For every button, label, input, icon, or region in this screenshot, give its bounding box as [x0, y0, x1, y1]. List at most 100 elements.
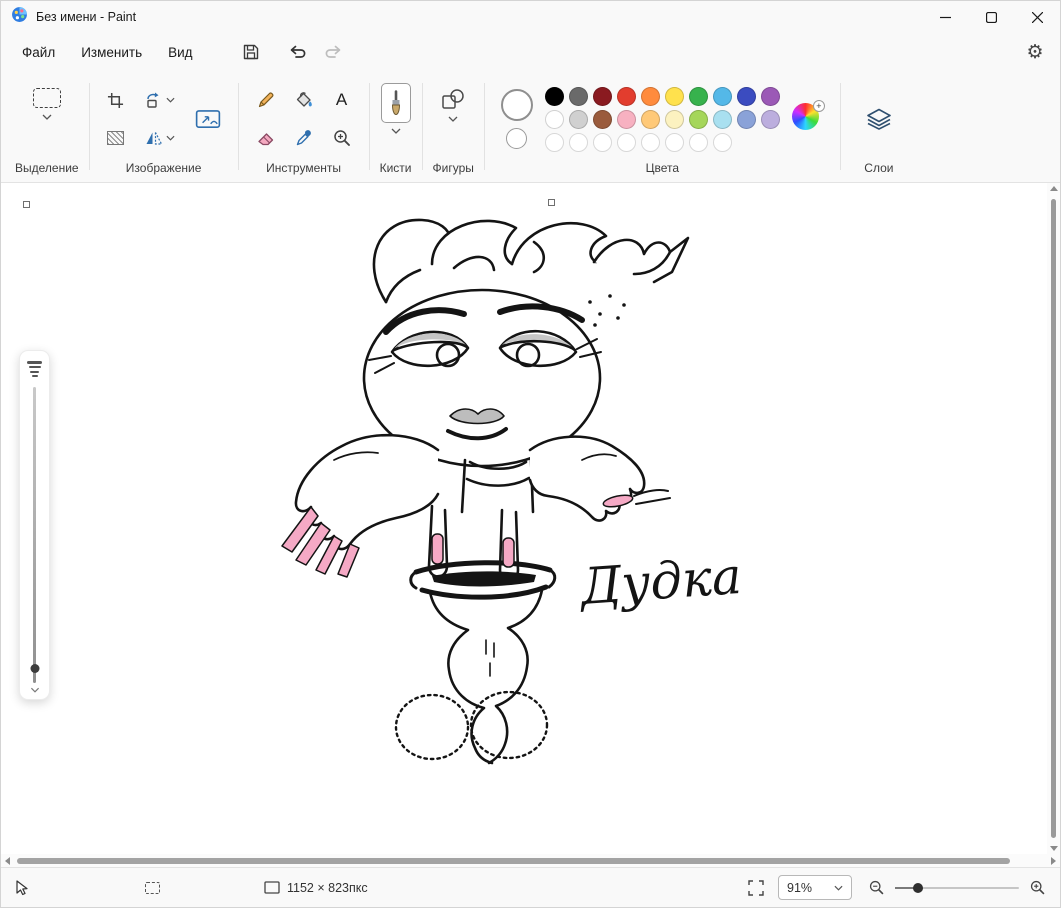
pencil-button[interactable] [250, 85, 282, 115]
eraser-button[interactable] [250, 123, 282, 153]
resize-button[interactable] [188, 99, 228, 139]
minimize-button[interactable] [922, 1, 968, 33]
scroll-left-icon[interactable] [5, 857, 10, 865]
ribbon-separator [238, 83, 239, 170]
zoom-in-button[interactable] [1029, 879, 1046, 896]
save-button[interactable] [234, 37, 268, 67]
color-swatch-empty[interactable] [617, 133, 636, 152]
color-swatch[interactable] [689, 87, 708, 106]
zoom-dropdown[interactable]: 91% [778, 875, 852, 900]
canvas-size-text: 1152 × 823пкс [287, 881, 368, 895]
titlebar: Без имени - Paint [1, 1, 1060, 33]
menu-edit[interactable]: Изменить [68, 39, 155, 66]
selection-button[interactable] [31, 83, 63, 125]
close-button[interactable] [1014, 1, 1060, 33]
color-2[interactable] [506, 128, 527, 149]
color-palette [545, 87, 780, 152]
fit-to-window-button[interactable] [748, 880, 764, 896]
size-slider-track[interactable] [33, 387, 37, 684]
selection-pattern-button[interactable] [100, 123, 132, 153]
menu-file[interactable]: Файл [9, 39, 68, 66]
brush-tool-button[interactable] [381, 83, 411, 123]
chevron-down-icon[interactable] [391, 128, 401, 134]
color-swatch[interactable] [665, 110, 684, 129]
color-swatch-empty[interactable] [665, 133, 684, 152]
drawing-canvas[interactable]: Дудка [34, 210, 1041, 854]
color-1[interactable] [501, 89, 533, 121]
menu-view[interactable]: Вид [155, 39, 205, 66]
color-swatch[interactable] [761, 110, 780, 129]
text-tool-icon: A [336, 90, 347, 110]
color-swatch[interactable] [737, 110, 756, 129]
vertical-scrollbar-thumb[interactable] [1051, 199, 1056, 838]
canvas-resize-handle-topcenter[interactable] [548, 199, 555, 206]
color-swatch[interactable] [593, 87, 612, 106]
horizontal-scrollbar[interactable] [1, 854, 1060, 867]
plus-icon: + [813, 100, 825, 112]
save-icon [242, 43, 260, 61]
cursor-position-indicator [15, 880, 29, 896]
scroll-down-icon[interactable] [1050, 846, 1058, 851]
color-swatch[interactable] [545, 87, 564, 106]
scroll-right-icon[interactable] [1051, 857, 1056, 865]
size-flyout [19, 350, 50, 700]
color-swatch[interactable] [593, 110, 612, 129]
flip-button[interactable] [138, 123, 182, 153]
color-swatch-empty[interactable] [569, 133, 588, 152]
undo-button[interactable] [282, 37, 316, 67]
ribbon-separator [484, 83, 485, 170]
color-swatch-empty[interactable] [545, 133, 564, 152]
color-swatch[interactable] [641, 110, 660, 129]
color-swatch[interactable] [713, 87, 732, 106]
color-swatch-empty[interactable] [689, 133, 708, 152]
fill-button[interactable] [288, 85, 320, 115]
color-swatch[interactable] [665, 87, 684, 106]
color-swatch-empty[interactable] [713, 133, 732, 152]
color-swatch[interactable] [617, 87, 636, 106]
color-swatch[interactable] [761, 87, 780, 106]
eyedropper-button[interactable] [288, 123, 320, 153]
text-button[interactable]: A [326, 85, 358, 115]
zoom-slider-handle[interactable] [913, 883, 923, 893]
ribbon-separator [422, 83, 423, 170]
edit-colors-button[interactable]: + [792, 103, 824, 135]
size-slider-handle[interactable] [30, 664, 39, 673]
color-swatch[interactable] [617, 110, 636, 129]
horizontal-scrollbar-thumb[interactable] [17, 858, 1010, 864]
color-swatch[interactable] [737, 87, 756, 106]
selection-icon [33, 88, 61, 108]
crop-button[interactable] [100, 85, 132, 115]
group-label-selection: Выделение [15, 159, 79, 179]
rotate-button[interactable] [138, 85, 182, 115]
resize-icon [195, 109, 221, 129]
scroll-up-icon[interactable] [1050, 186, 1058, 191]
vertical-scrollbar[interactable] [1047, 183, 1060, 854]
shapes-button[interactable] [437, 83, 469, 127]
chevron-down-icon[interactable] [30, 687, 39, 693]
redo-button[interactable] [316, 37, 350, 67]
color-swatch[interactable] [569, 110, 588, 129]
color-swatch[interactable] [641, 87, 660, 106]
color-swatch-empty[interactable] [593, 133, 612, 152]
zoom-slider[interactable] [895, 876, 1019, 900]
ribbon: Выделение [1, 71, 1060, 183]
magnifier-button[interactable] [326, 123, 358, 153]
color-swatch[interactable] [713, 110, 732, 129]
rotate-icon [145, 92, 163, 108]
canvas-resize-handle-topleft[interactable] [23, 201, 30, 208]
zoom-in-icon [1029, 879, 1046, 896]
color-swatch[interactable] [689, 110, 708, 129]
paint-window: Без имени - Paint Файл Изменить Вид ⚙ [0, 0, 1061, 908]
palette-row-2 [545, 110, 780, 129]
canvas-annotation: Дудка [577, 547, 744, 616]
zoom-out-button[interactable] [868, 879, 885, 896]
group-label-colors: Цвета [646, 159, 679, 179]
layers-button[interactable] [859, 101, 899, 137]
palette-row-1 [545, 87, 780, 106]
chevron-down-icon [448, 116, 458, 122]
maximize-button[interactable] [968, 1, 1014, 33]
color-swatch[interactable] [545, 110, 564, 129]
settings-button[interactable]: ⚙ [1018, 37, 1052, 67]
color-swatch-empty[interactable] [641, 133, 660, 152]
color-swatch[interactable] [569, 87, 588, 106]
